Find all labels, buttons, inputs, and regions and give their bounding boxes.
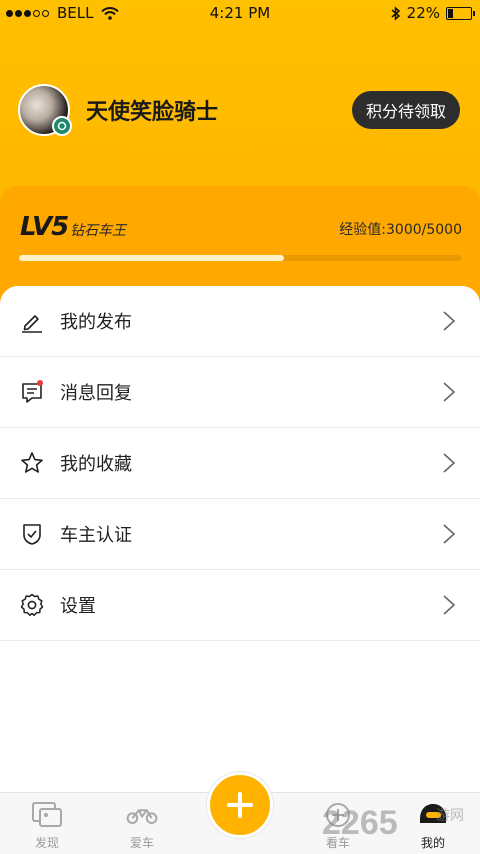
chevron-right-icon: [443, 382, 456, 402]
chevron-right-icon: [443, 595, 456, 615]
experience-progress-bar: [19, 255, 461, 261]
discover-icon: [32, 802, 62, 827]
nav-label-my-bike: 爱车: [129, 836, 154, 850]
watermark-text: 游网: [436, 808, 464, 824]
menu-label-message-replies: 消息回复: [60, 383, 132, 404]
menu-item-favorites[interactable]: 我的收藏: [0, 428, 480, 499]
nav-tab-my-bike[interactable]: 爱车: [102, 793, 182, 854]
claim-points-button[interactable]: 积分待领取: [351, 91, 460, 129]
menu-label-my-posts: 我的发布: [60, 312, 132, 333]
bluetooth-icon: [391, 5, 400, 21]
status-right: 22%: [391, 4, 475, 22]
experience-text: 经验值:3000/5000: [339, 222, 462, 238]
avatar[interactable]: [18, 84, 72, 136]
user-profile[interactable]: 天使笑脸骑士: [18, 84, 218, 136]
star-icon: [21, 452, 43, 473]
verified-badge-icon: [52, 116, 72, 136]
chevron-right-icon: [443, 524, 456, 544]
status-bar: BELL 4:21 PM 22%: [0, 0, 480, 26]
plus-icon: [227, 792, 253, 818]
menu-list: 我的发布 消息回复 我的收藏 车主认证 设置: [0, 286, 480, 646]
watermark-brand: 2265: [322, 804, 398, 842]
menu-item-my-posts[interactable]: 我的发布: [0, 286, 480, 357]
shield-check-icon: [23, 524, 41, 545]
menu-item-settings[interactable]: 设置: [0, 570, 480, 641]
add-post-button[interactable]: [207, 772, 273, 838]
gear-icon: [20, 593, 44, 617]
menu-item-message-replies[interactable]: 消息回复: [0, 357, 480, 428]
menu-item-owner-verification[interactable]: 车主认证: [0, 499, 480, 570]
experience-progress-fill: [19, 255, 285, 261]
menu-label-favorites: 我的收藏: [60, 454, 132, 475]
level-badge: LV5: [20, 212, 69, 242]
chevron-right-icon: [443, 311, 456, 331]
nav-label-discover: 发现: [34, 836, 59, 850]
username: 天使笑脸骑士: [86, 100, 219, 125]
message-icon: [22, 380, 43, 403]
battery-percent: 22%: [406, 4, 440, 22]
menu-label-settings: 设置: [60, 596, 96, 617]
battery-icon: [446, 6, 475, 20]
pencil-icon: [22, 315, 42, 333]
nav-tab-discover[interactable]: 发现: [7, 793, 87, 854]
chevron-right-icon: [443, 453, 456, 473]
level-title: 钻石车王: [70, 223, 126, 239]
watermark-logo: 2265 游网: [318, 796, 480, 844]
motorcycle-icon: [126, 809, 158, 824]
menu-label-owner-verification: 车主认证: [60, 525, 132, 546]
